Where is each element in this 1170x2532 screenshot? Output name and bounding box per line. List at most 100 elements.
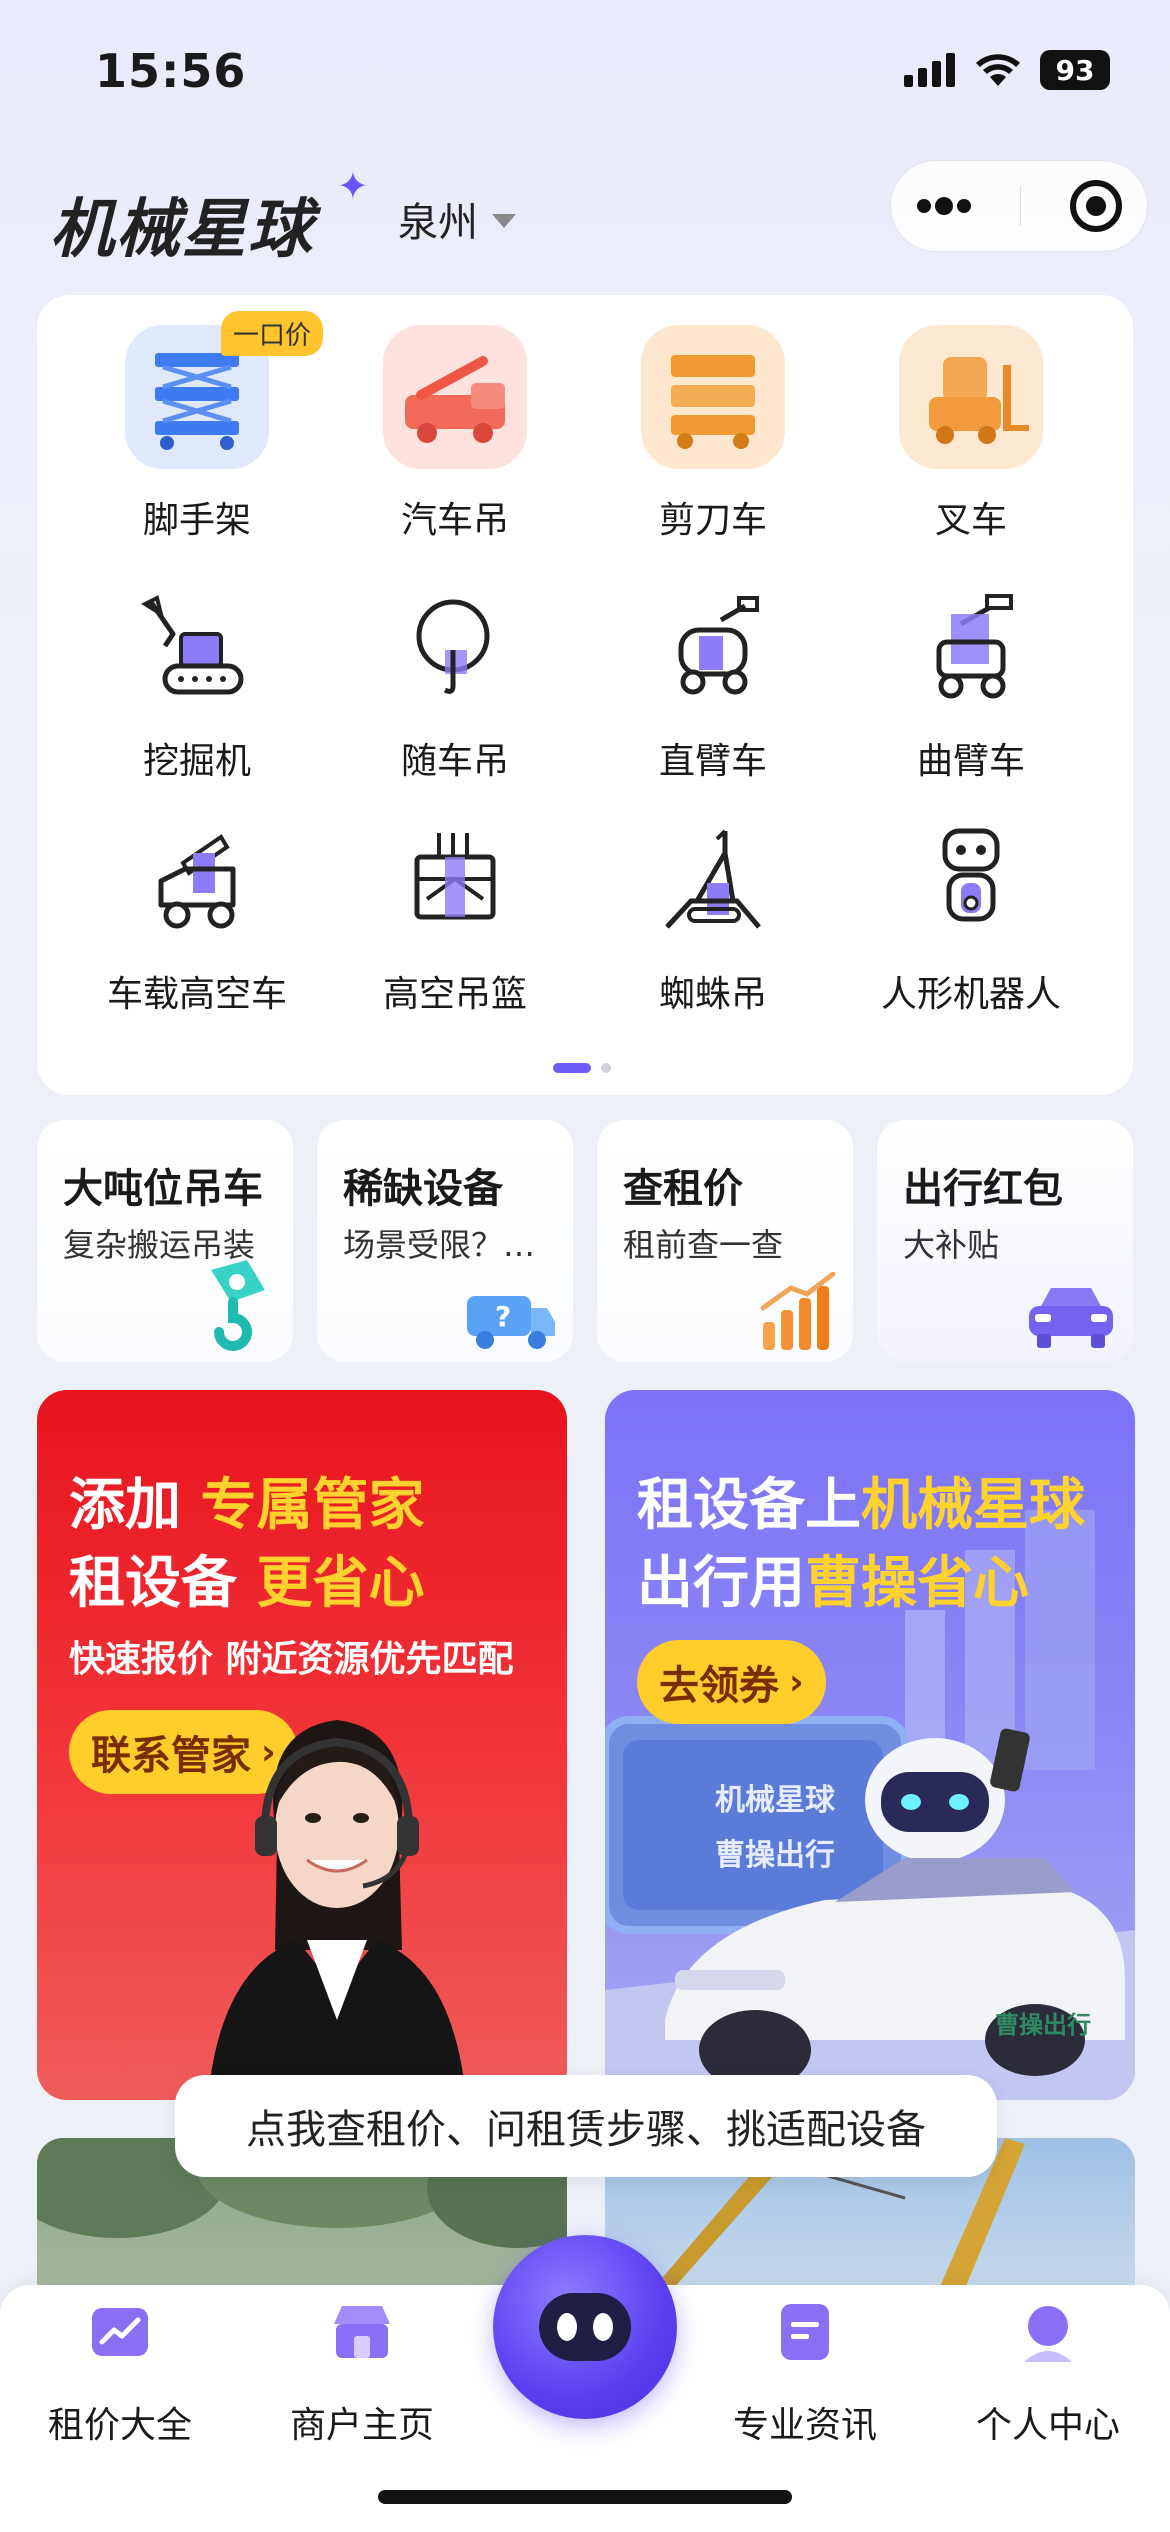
- battery-indicator: 93: [1040, 50, 1110, 90]
- get-coupon-label: 去领券: [659, 1663, 779, 1709]
- car-door-brand: 曹操出行: [995, 2011, 1091, 2039]
- quick-card-subtitle: 租前查一查: [623, 1226, 784, 1264]
- category-label: 剪刀车: [658, 500, 767, 541]
- tab-price-list[interactable]: 租价大全: [20, 2300, 220, 2448]
- humanoid-robot-icon: [942, 828, 1000, 922]
- tab-label: 个人中心: [975, 2405, 1120, 2446]
- banner-right-line1: 租设备上: [637, 1473, 861, 1538]
- quick-card-title: 大吨位吊车: [63, 1166, 263, 1212]
- bar-chart-icon: [760, 1272, 836, 1350]
- quick-entry-row: 大吨位吊车 复杂搬运吊装 稀缺设备 场景受限？找它 ? 查租价 租前查一查 出行…: [37, 1120, 1133, 1365]
- banner-contact-manager[interactable]: 添加 专属管家 租设备 更省心 快速报价 附近资源优先匹配 联系管家 ›: [37, 1390, 567, 2100]
- ai-assistant-button[interactable]: [493, 2235, 677, 2419]
- truck-crane-icon: [405, 356, 505, 443]
- category-label: 脚手架: [142, 500, 251, 541]
- logo-star-icon: ✦: [337, 164, 369, 208]
- status-time: 15:56: [95, 44, 247, 98]
- pager-dot: [601, 1063, 611, 1073]
- banner-right-line2: 出行用: [637, 1551, 805, 1616]
- quick-card-subtitle: 场景受限？找它: [343, 1226, 558, 1264]
- svg-text:?: ?: [495, 1300, 511, 1333]
- category-label: 直臂车: [658, 741, 767, 782]
- quick-card-title: 查租价: [623, 1166, 743, 1212]
- hook-icon: [211, 1260, 265, 1351]
- fixed-price-badge: 一口价: [221, 311, 324, 356]
- news-icon: [781, 2304, 829, 2360]
- category-label: 叉车: [934, 500, 1007, 541]
- category-card: 一口价 脚手架 汽车吊 剪刀车 叉车 挖掘机 随车吊 直臂车 曲臂车 车载高空车…: [37, 295, 1133, 1095]
- category-straight-boom[interactable]: 直臂车: [613, 590, 813, 784]
- banner-left-line2: 租设备: [69, 1551, 257, 1616]
- banner-right-line2-highlight: 曹操省心: [805, 1551, 1029, 1616]
- quick-card-check-price[interactable]: 查租价 租前查一查: [597, 1120, 853, 1362]
- banner-left-line2-highlight: 更省心: [256, 1551, 425, 1616]
- quick-card-title: 出行红包: [903, 1166, 1063, 1212]
- category-pager: [553, 1063, 611, 1073]
- category-spider-crane[interactable]: 蜘蛛吊: [613, 823, 813, 1017]
- tab-merchant-home[interactable]: 商户主页: [262, 2300, 462, 2448]
- chevron-down-icon: [492, 214, 516, 228]
- category-label: 蜘蛛吊: [658, 974, 767, 1015]
- banner-left-line1-highlight: 专属管家: [200, 1473, 425, 1538]
- category-articulated-boom[interactable]: 曲臂车: [871, 590, 1071, 784]
- mystery-truck-icon: ?: [467, 1296, 555, 1349]
- banner-left-subtitle: 快速报价 附近资源优先匹配: [69, 1639, 514, 1680]
- wifi-icon: [976, 54, 1020, 86]
- category-label: 高空吊篮: [382, 974, 527, 1015]
- scissor-lift-icon: [671, 355, 755, 449]
- tab-news[interactable]: 专业资讯: [705, 2300, 905, 2448]
- tab-label: 专业资讯: [732, 2405, 877, 2446]
- tab-profile[interactable]: 个人中心: [948, 2300, 1148, 2448]
- store-icon: [334, 2306, 390, 2358]
- category-scissor-lift[interactable]: 剪刀车: [613, 325, 813, 543]
- chevron-right-icon: ›: [789, 1661, 804, 1703]
- get-coupon-button[interactable]: 去领券 ›: [637, 1640, 826, 1724]
- category-forklift[interactable]: 叉车: [871, 325, 1071, 543]
- truck-mounted-crane-icon: [416, 599, 490, 694]
- quick-card-title: 稀缺设备: [343, 1166, 503, 1212]
- category-label: 车载高空车: [106, 974, 287, 1015]
- straight-boom-icon: [678, 596, 759, 695]
- car-icon: [1029, 1288, 1113, 1348]
- category-humanoid-robot[interactable]: 人形机器人: [871, 823, 1071, 1017]
- aerial-truck-icon: [158, 834, 236, 929]
- assistant-tooltip[interactable]: 点我查租价、问租赁步骤、挑适配设备: [175, 2075, 997, 2177]
- mini-program-capsule: [890, 160, 1148, 252]
- quick-card-travel-coupon[interactable]: 出行红包 大补贴: [877, 1120, 1133, 1362]
- pager-dot-active: [553, 1063, 591, 1073]
- category-truck-crane[interactable]: 汽车吊: [355, 325, 555, 543]
- category-excavator[interactable]: 挖掘机: [97, 590, 297, 784]
- category-label: 曲臂车: [916, 741, 1025, 782]
- more-icon[interactable]: [914, 194, 974, 218]
- gondola-icon: [414, 833, 496, 920]
- articulated-boom-icon: [936, 594, 1013, 699]
- banner-caocao-coupon[interactable]: 机械星球 曹操出行 曹操出行 租设备上机械星球 出行用曹操省心 去领券 ›: [605, 1390, 1135, 2100]
- category-label: 挖掘机: [142, 741, 251, 782]
- tab-label: 商户主页: [289, 2405, 434, 2446]
- tab-label: 租价大全: [47, 2405, 192, 2446]
- city-selector[interactable]: 泉州: [398, 190, 516, 248]
- quick-card-scarce-equipment[interactable]: 稀缺设备 场景受限？找它 ?: [317, 1120, 573, 1362]
- profile-icon: [1024, 2306, 1072, 2362]
- category-label: 汽车吊: [400, 500, 509, 541]
- banner-left-line1: 添加: [69, 1473, 201, 1538]
- price-chart-icon: [92, 2308, 148, 2356]
- category-label: 随车吊: [400, 741, 509, 782]
- banner-right-line1-highlight: 机械星球: [861, 1473, 1085, 1538]
- forklift-icon: [929, 357, 1029, 444]
- category-gondola[interactable]: 高空吊篮: [355, 823, 555, 1017]
- robot-face-icon: [539, 2293, 631, 2361]
- category-aerial-truck[interactable]: 车载高空车: [97, 823, 297, 1017]
- spider-crane-icon: [665, 829, 761, 929]
- header: 机械星球 ✦ 泉州: [0, 160, 1170, 270]
- category-truck-mounted-crane[interactable]: 随车吊: [355, 590, 555, 784]
- app-logo: 机械星球: [50, 193, 314, 267]
- home-indicator: [378, 2490, 792, 2504]
- quick-card-heavy-crane[interactable]: 大吨位吊车 复杂搬运吊装: [37, 1120, 293, 1362]
- category-scaffold[interactable]: 一口价 脚手架: [97, 311, 324, 543]
- excavator-icon: [140, 595, 244, 695]
- status-bar: 15:56 93: [0, 0, 1170, 150]
- category-label: 人形机器人: [880, 974, 1061, 1015]
- close-miniprogram-icon[interactable]: [1068, 178, 1124, 234]
- customer-service-agent-image: [207, 1720, 467, 2100]
